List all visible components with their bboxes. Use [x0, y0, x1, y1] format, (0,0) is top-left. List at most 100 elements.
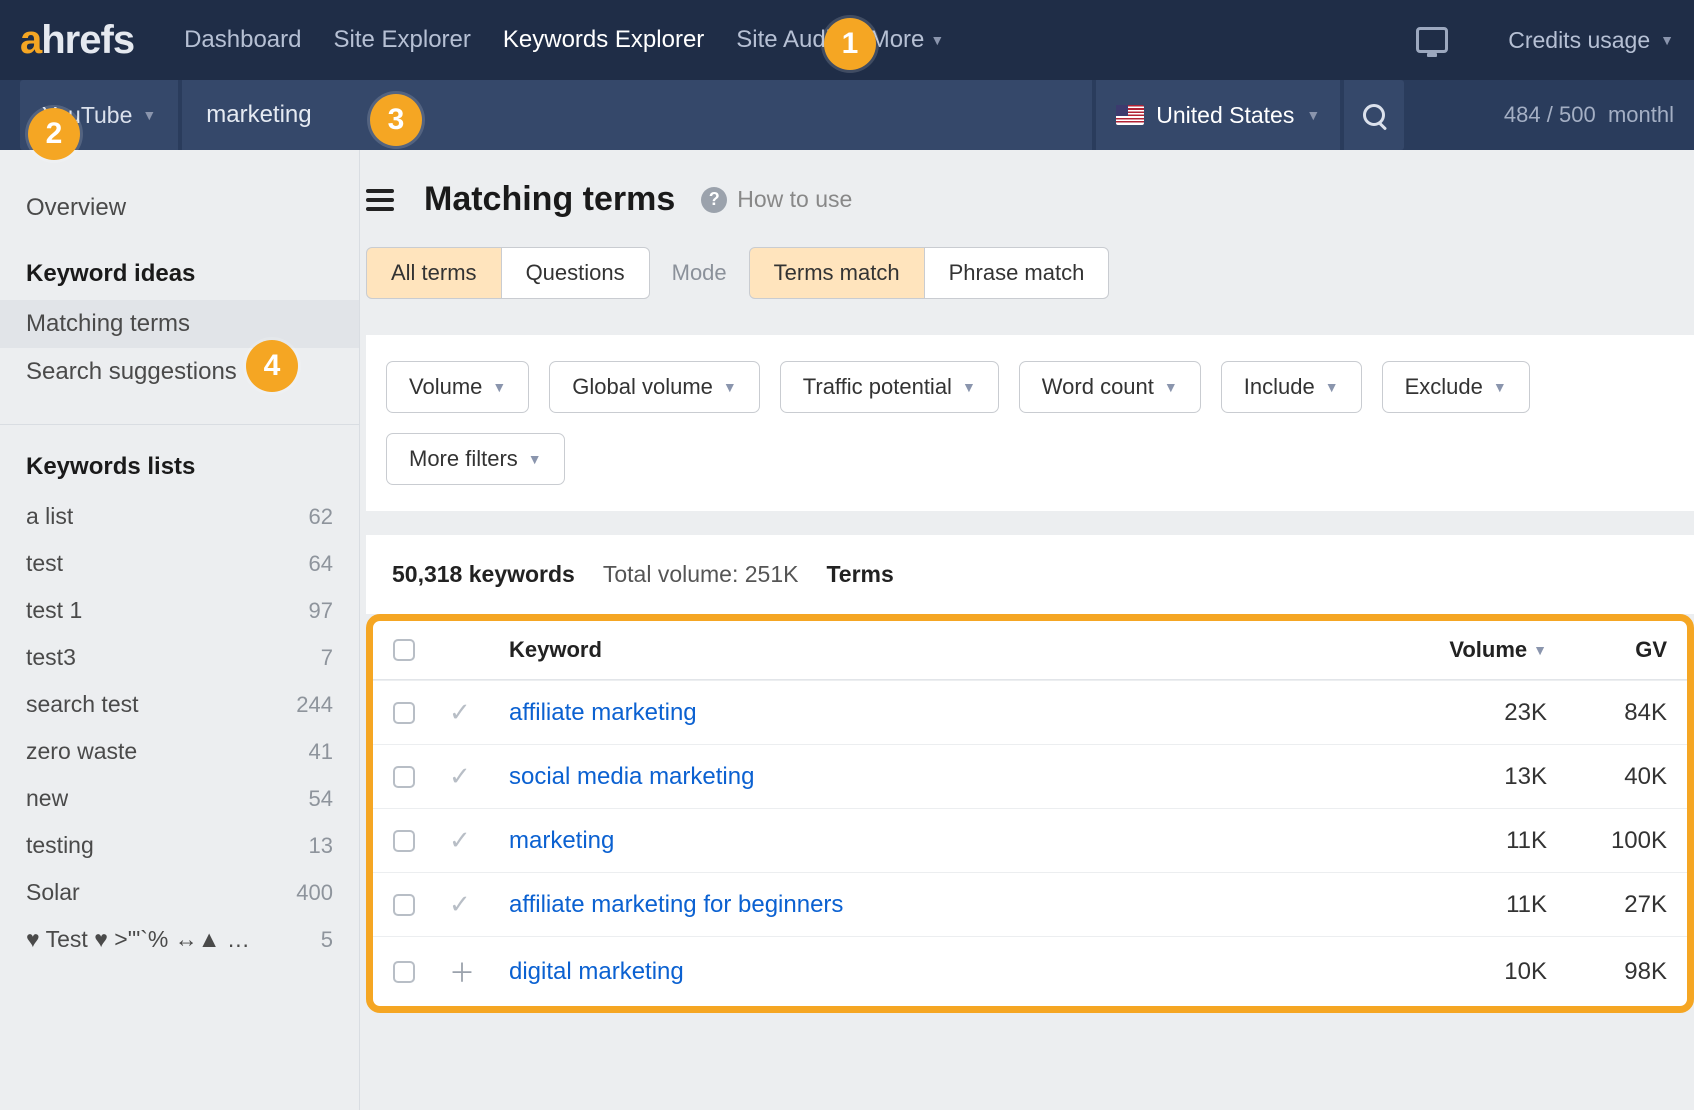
filter-global-volume[interactable]: Global volume ▼: [549, 361, 760, 413]
volume-cell: 11K: [1407, 891, 1547, 919]
filter-volume[interactable]: Volume ▼: [386, 361, 529, 413]
select-all-checkbox[interactable]: [393, 639, 415, 661]
sidebar-overview[interactable]: Overview: [0, 184, 359, 232]
col-volume[interactable]: Volume ▼: [1407, 637, 1547, 663]
results-bar: 50,318 keywords Total volume: 251K Terms: [366, 535, 1694, 614]
nav-more[interactable]: More ▼: [870, 26, 945, 54]
country-select[interactable]: United States ▼: [1096, 80, 1340, 150]
list-count: 62: [309, 504, 333, 530]
check-icon[interactable]: ✓: [449, 761, 471, 791]
check-icon[interactable]: ✓: [449, 889, 471, 919]
keyword-link[interactable]: marketing: [509, 827, 614, 854]
nav-site-audit[interactable]: Site Audit: [736, 26, 837, 54]
chevron-down-icon: ▼: [142, 107, 156, 123]
chevron-down-icon: ▼: [723, 379, 737, 395]
sidebar-list-item[interactable]: search test244: [0, 681, 359, 728]
gv-cell: 100K: [1547, 827, 1667, 855]
sidebar-list-item[interactable]: a list 62: [0, 493, 359, 540]
sidebar-list-item[interactable]: test37: [0, 634, 359, 681]
howto-label: How to use: [737, 186, 852, 213]
filter-label: Volume: [409, 374, 482, 400]
logo[interactable]: ahrefs: [20, 18, 134, 63]
credits-label: Credits usage: [1508, 27, 1650, 54]
col-gv[interactable]: GV: [1547, 637, 1667, 663]
filter-more-filters[interactable]: More filters▼: [386, 433, 565, 485]
sidebar-list-item[interactable]: new54: [0, 775, 359, 822]
keyword-link[interactable]: affiliate marketing for beginners: [509, 891, 843, 918]
quota-sep: /: [1547, 102, 1553, 128]
chevron-down-icon: ▼: [492, 379, 506, 395]
sidebar-matching-terms[interactable]: Matching terms: [0, 300, 359, 348]
sidebar-list-item[interactable]: testing13: [0, 822, 359, 869]
list-name: test3: [26, 644, 76, 671]
row-checkbox[interactable]: [393, 830, 415, 852]
filter-traffic-potential[interactable]: Traffic potential▼: [780, 361, 999, 413]
nav-keywords-explorer[interactable]: Keywords Explorer: [503, 26, 704, 54]
table-row: ✓affiliate marketing23K84K: [373, 680, 1687, 744]
sidebar-list-item[interactable]: ♥ Test ♥ >'"`% ↔▲ …5: [0, 916, 359, 963]
search-button[interactable]: [1344, 80, 1404, 150]
search-field[interactable]: [182, 80, 1092, 150]
filter-word-count[interactable]: Word count▼: [1019, 361, 1201, 413]
filter-label: Traffic potential: [803, 374, 952, 400]
check-icon[interactable]: ✓: [449, 697, 471, 727]
chevron-down-icon: ▼: [1325, 379, 1339, 395]
keyword-link[interactable]: digital marketing: [509, 958, 684, 985]
credits-usage[interactable]: Credits usage ▼: [1508, 27, 1674, 54]
filter-include[interactable]: Include▼: [1221, 361, 1362, 413]
list-count: 13: [309, 833, 333, 859]
chevron-down-icon: ▼: [1306, 107, 1320, 123]
nav-dashboard[interactable]: Dashboard: [184, 26, 301, 54]
nav-site-explorer[interactable]: Site Explorer: [333, 26, 470, 54]
terms-label[interactable]: Terms: [826, 561, 893, 588]
tab-all-terms[interactable]: All terms: [366, 247, 502, 299]
main: Overview Keyword ideas Matching terms Se…: [0, 150, 1694, 1110]
page-header: Matching terms ? How to use: [360, 180, 1694, 219]
gv-cell: 40K: [1547, 763, 1667, 791]
callout-4: 4: [246, 340, 298, 392]
sidebar-heading-lists: Keywords lists: [0, 425, 359, 493]
search-input[interactable]: [206, 101, 1068, 129]
monitor-icon[interactable]: [1416, 27, 1448, 53]
keyword-link[interactable]: social media marketing: [509, 763, 754, 790]
filter-label: Exclude: [1405, 374, 1483, 400]
list-name: Solar: [26, 879, 80, 906]
check-icon[interactable]: ✓: [449, 825, 471, 855]
list-name: test: [26, 550, 63, 577]
keyword-link[interactable]: affiliate marketing: [509, 699, 697, 726]
results-count: 50,318 keywords: [392, 561, 575, 588]
sidebar-list-item[interactable]: test 1 97: [0, 587, 359, 634]
how-to-use[interactable]: ? How to use: [701, 186, 852, 213]
list-name: a list: [26, 503, 73, 530]
filter-label: More filters: [409, 446, 518, 472]
sidebar-list-item[interactable]: zero waste41: [0, 728, 359, 775]
filter-label: Global volume: [572, 374, 713, 400]
row-checkbox[interactable]: [393, 702, 415, 724]
gv-cell: 27K: [1547, 891, 1667, 919]
row-checkbox[interactable]: [393, 766, 415, 788]
callout-2: 2: [28, 108, 80, 160]
logo-a: a: [20, 18, 41, 63]
callout-1: 1: [824, 18, 876, 70]
quota: 484 / 500 monthl: [1504, 80, 1674, 150]
quota-period: monthl: [1608, 102, 1674, 128]
sidebar-search-suggestions[interactable]: Search suggestions: [0, 348, 359, 396]
sidebar-list-item[interactable]: Solar 400: [0, 869, 359, 916]
tab-terms-match[interactable]: Terms match: [749, 247, 925, 299]
sidebar-list-item[interactable]: test64: [0, 540, 359, 587]
list-name: test 1: [26, 597, 82, 624]
tab-questions[interactable]: Questions: [502, 247, 650, 299]
logo-hrefs: hrefs: [41, 18, 134, 63]
list-count: 400: [296, 880, 333, 906]
filter-exclude[interactable]: Exclude▼: [1382, 361, 1530, 413]
tab-phrase-match[interactable]: Phrase match: [925, 247, 1110, 299]
col-keyword[interactable]: Keyword: [509, 637, 1407, 663]
plus-icon[interactable]: ＋: [449, 958, 475, 988]
tab-row: All terms Questions Mode Terms match Phr…: [366, 247, 1694, 299]
table-row: ✓marketing11K100K: [373, 808, 1687, 872]
menu-icon[interactable]: [366, 189, 394, 211]
quota-used: 484: [1504, 102, 1541, 128]
row-checkbox[interactable]: [393, 961, 415, 983]
row-checkbox[interactable]: [393, 894, 415, 916]
list-count: 97: [309, 598, 333, 624]
